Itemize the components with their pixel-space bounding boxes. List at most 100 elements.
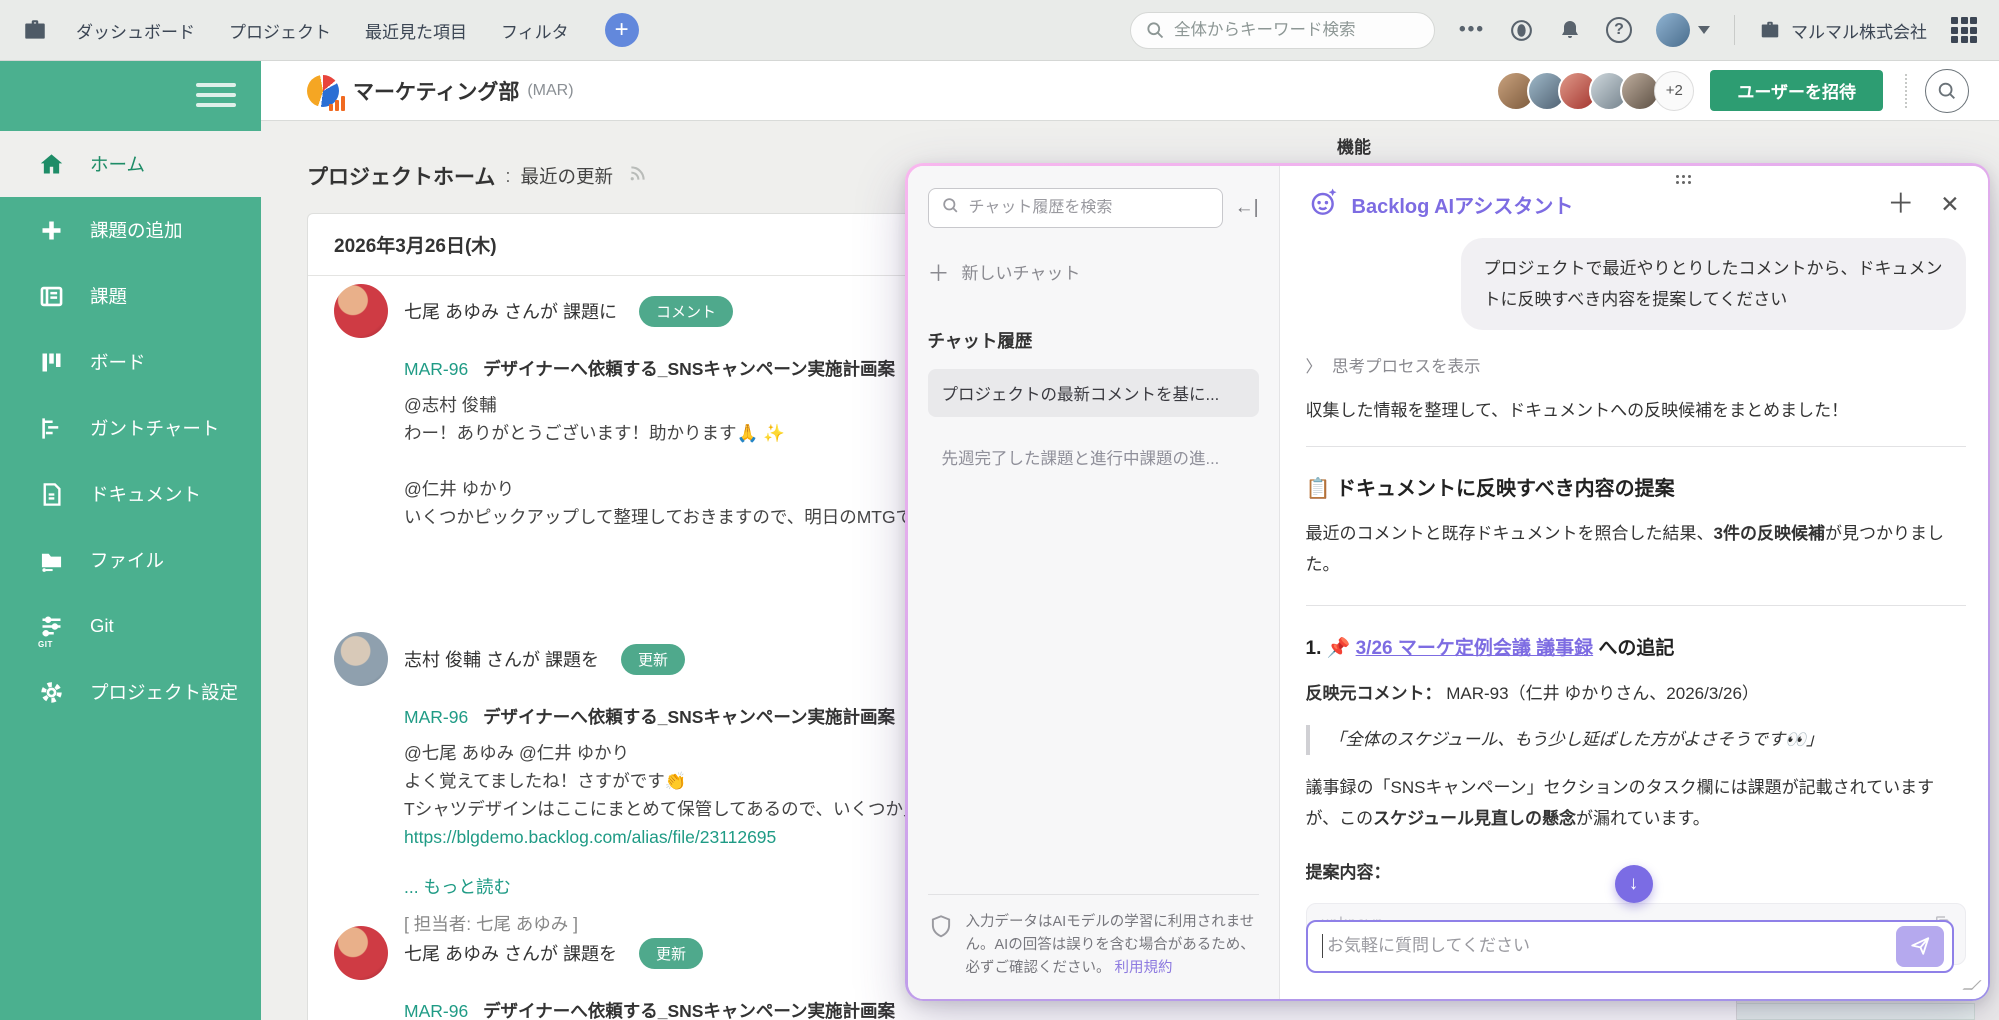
drag-handle-icon[interactable] (1676, 175, 1691, 184)
sidebar-item-git[interactable]: GIT Git (0, 593, 261, 659)
avatar[interactable] (334, 632, 388, 686)
org-briefcase-icon (1759, 19, 1781, 41)
history-search[interactable] (928, 188, 1223, 228)
project-logo (307, 75, 339, 107)
sidebar-item-board[interactable]: ボード (0, 329, 261, 395)
scroll-to-bottom-button[interactable]: ↓ (1615, 865, 1653, 903)
folder-icon (38, 547, 65, 574)
project-header: マーケティング部 (MAR) +2 ユーザーを招待 (261, 61, 1999, 121)
divider (1306, 446, 1966, 447)
feed-actor[interactable]: 志村 俊輔 さんが 課題を (404, 646, 599, 672)
avatar[interactable] (334, 926, 388, 980)
navbar-divider (1734, 15, 1735, 45)
ai-chat-header: Backlog AIアシスタント ＋ ✕ (1280, 166, 1988, 223)
page-title-row: プロジェクトホーム : 最近の更新 (307, 161, 648, 191)
git-icon (38, 613, 65, 640)
sidebar-item-gantt[interactable]: ガントチャート (0, 395, 261, 461)
nav-dashboard[interactable]: ダッシュボード (76, 18, 195, 43)
sidebar-item-documents[interactable]: ドキュメント (0, 461, 261, 527)
issue-title[interactable]: デザイナーへ依頼する_SNSキャンペーン実施計画案 (483, 707, 895, 727)
dotted-divider (1905, 74, 1907, 108)
chevron-down-icon[interactable] (1698, 26, 1710, 34)
suggestion-section-title: 📋 ドキュメントに反映すべき内容の提案 (1306, 472, 1966, 501)
ai-chat-panel: Backlog AIアシスタント ＋ ✕ プロジェクトで最近やりとりしたコメント… (1280, 166, 1988, 999)
close-icon[interactable]: ✕ (1940, 193, 1959, 216)
shield-icon (928, 911, 954, 981)
chat-history-panel: ←| ＋ 新しいチャット チャット履歴 プロジェクトの最新コメントを基に... … (908, 166, 1280, 999)
sidebar-menu: ホーム 課題の追加 課題 ボード ガントチャート ドキュメント (0, 131, 261, 725)
nav-filter[interactable]: フィルタ (501, 18, 569, 43)
nav-projects[interactable]: プロジェクト (229, 18, 331, 43)
issue-title[interactable]: デザイナーへ依頼する_SNSキャンペーン実施計画案 (483, 359, 895, 379)
thinking-process-toggle[interactable]: 〉 思考プロセスを表示 (1306, 353, 1966, 377)
more-menu-icon[interactable]: ••• (1459, 19, 1485, 41)
issue-key-link[interactable]: MAR-96 (404, 707, 468, 727)
plus-icon: ＋ (928, 256, 950, 288)
analysis-paragraph: 議事録の「SNSキャンペーン」セクションのタスク欄には課題が記載されていますが、… (1306, 772, 1966, 834)
sidebar-item-project-settings[interactable]: プロジェクト設定 (0, 659, 261, 725)
global-add-button[interactable]: + (605, 13, 639, 47)
chat-history-item[interactable]: 先週完了した課題と進行中課題の進... (928, 433, 1259, 481)
issue-key-link[interactable]: MAR-96 (404, 1001, 468, 1020)
nav-recent[interactable]: 最近見た項目 (365, 18, 467, 43)
briefcase-icon[interactable] (22, 17, 48, 43)
project-search-button[interactable] (1925, 69, 1969, 113)
text-cursor (1322, 934, 1324, 958)
collapse-panel-icon[interactable]: ←| (1235, 197, 1259, 219)
sidebar-item-home[interactable]: ホーム (0, 131, 261, 197)
new-conversation-icon[interactable]: ＋ (1887, 191, 1914, 218)
feed-actor[interactable]: 七尾 あゆみ さんが 課題を (404, 940, 617, 966)
backlog-app: ダッシュボード プロジェクト 最近見た項目 フィルタ + ••• ? (0, 0, 1999, 1020)
divider (1306, 605, 1966, 606)
apps-grid-icon[interactable] (1951, 17, 1977, 43)
search-icon (1145, 20, 1165, 40)
avatar[interactable] (334, 284, 388, 338)
ai-assistant-title: Backlog AIアシスタント (1352, 190, 1574, 219)
home-icon (38, 151, 65, 178)
document-link[interactable]: 3/26 マーケ定例会議 議事録 (1356, 638, 1594, 659)
user-avatar[interactable] (1656, 13, 1690, 47)
feed-actor[interactable]: 七尾 あゆみ さんが 課題に (404, 298, 617, 324)
plus-icon (38, 217, 65, 244)
issues-list-icon (38, 283, 65, 310)
issue-key-link[interactable]: MAR-96 (404, 359, 468, 379)
chat-history-item[interactable]: プロジェクトの最新コメントを基に... (928, 369, 1259, 417)
pin-emoji: 📌 (1327, 638, 1351, 659)
source-comment-line: 反映元コメント： MAR-93（仁井 ゆかりさん、2026/3/26） (1306, 679, 1966, 704)
occluded-table-header: 機能 (1337, 133, 1371, 158)
sidebar-item-files[interactable]: ファイル (0, 527, 261, 593)
terms-link[interactable]: 利用規約 (1115, 960, 1173, 976)
notifications-bell-icon[interactable] (1558, 18, 1582, 42)
ai-intro-message: 収集した情報を整理して、ドキュメントへの反映候補をまとめました！ (1306, 396, 1966, 421)
issue-title[interactable]: デザイナーへ依頼する_SNSキャンペーン実施計画案 (483, 1001, 895, 1020)
sidebar-item-issues[interactable]: 課題 (0, 263, 261, 329)
global-search[interactable] (1130, 12, 1435, 49)
sidebar-collapse-icon[interactable] (196, 83, 236, 107)
gantt-icon (38, 415, 65, 442)
help-icon[interactable]: ? (1606, 17, 1632, 43)
history-search-input[interactable] (969, 199, 1210, 217)
watch-eye-icon[interactable] (1509, 18, 1534, 43)
status-badge: 更新 (639, 938, 703, 969)
suggestion-item-title: 1. 📌 3/26 マーケ定例会議 議事録 への追記 (1306, 633, 1966, 660)
chat-input-bar[interactable] (1306, 920, 1954, 973)
invite-users-button[interactable]: ユーザーを招待 (1710, 70, 1883, 111)
page-subtitle: 最近の更新 (521, 163, 614, 189)
project-title: マーケティング部 (353, 76, 519, 106)
document-icon (38, 481, 65, 508)
chat-input[interactable] (1327, 934, 1896, 958)
clipboard-emoji: 📋 (1306, 478, 1331, 500)
rss-icon[interactable] (627, 163, 648, 189)
git-sublabel: GIT (38, 640, 53, 649)
navbar-right: ••• ? マルマル株式会社 (1130, 12, 1977, 49)
organization-name[interactable]: マルマル株式会社 (1759, 18, 1927, 43)
global-search-input[interactable] (1174, 21, 1420, 40)
gear-icon (38, 679, 65, 706)
sidebar-item-add-issue[interactable]: 課題の追加 (0, 197, 261, 263)
resize-handle[interactable] (1962, 980, 1981, 990)
new-chat-button[interactable]: ＋ 新しいチャット (928, 256, 1259, 288)
member-avatars[interactable]: +2 (1496, 71, 1694, 111)
send-button[interactable] (1896, 926, 1944, 967)
robot-icon (1308, 186, 1340, 223)
more-members-badge[interactable]: +2 (1654, 71, 1694, 111)
